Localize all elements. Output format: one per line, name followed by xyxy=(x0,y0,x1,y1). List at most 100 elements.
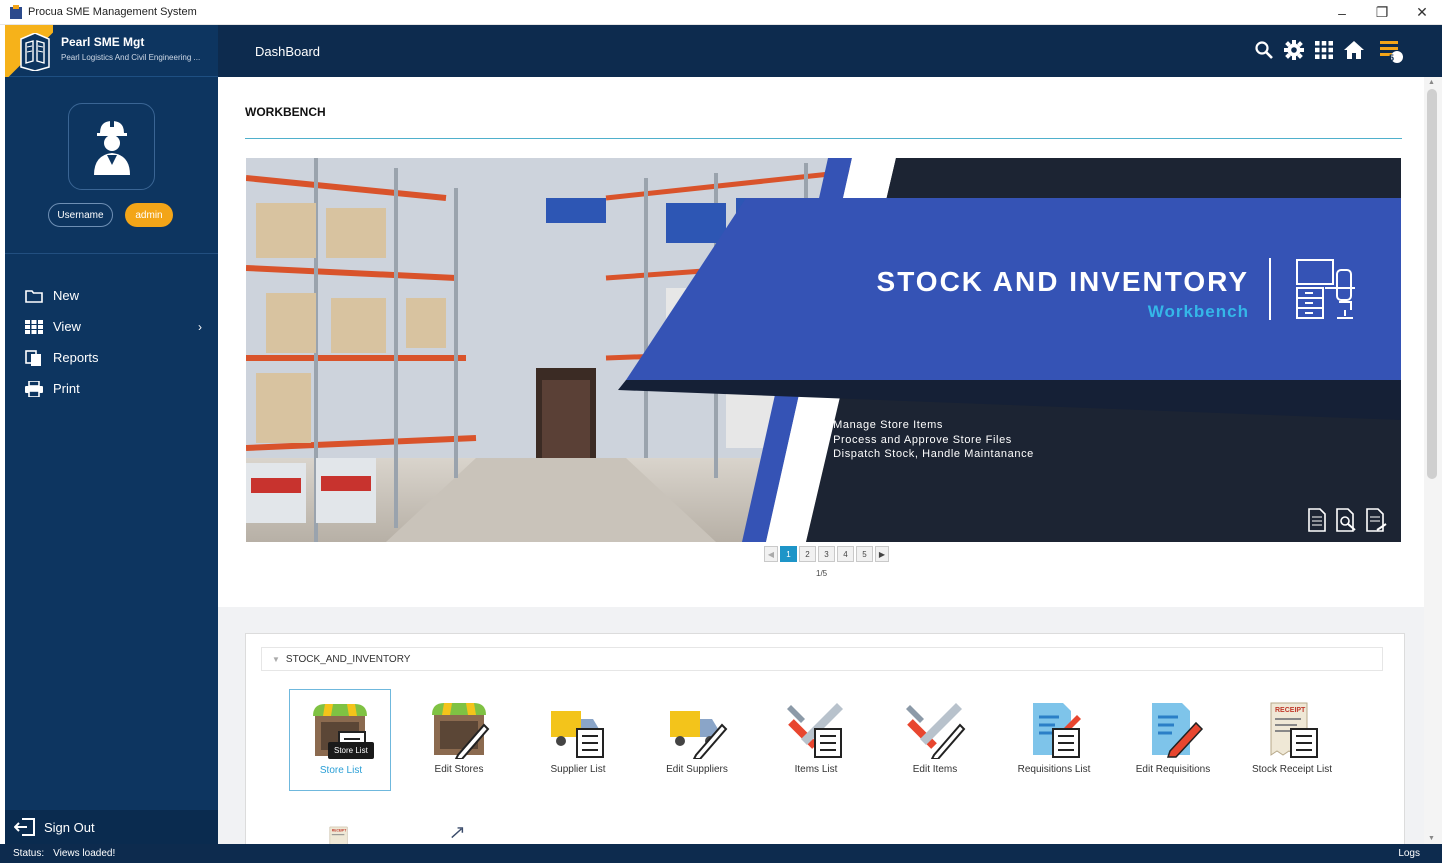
username-pill[interactable]: Username xyxy=(48,203,113,227)
sidebar-item-new[interactable]: New xyxy=(5,280,218,311)
tools-list-icon xyxy=(787,703,843,758)
window-controls: – ❐ ✕ xyxy=(1322,0,1442,25)
desk-computer-icon xyxy=(1296,259,1355,319)
home-button[interactable] xyxy=(1344,39,1364,61)
app-icon xyxy=(10,5,22,19)
banner-separator xyxy=(1269,258,1271,320)
supplier-truck-list-icon xyxy=(551,711,604,758)
sidebar-item-label: Print xyxy=(53,381,80,396)
sidebar-item-label: New xyxy=(53,288,80,303)
sidebar: Pearl SME Mgt Pearl Logistics And Civil … xyxy=(5,25,218,844)
status-bar: Status: Views loaded! Logs xyxy=(0,844,1442,863)
search-button[interactable] xyxy=(1254,39,1274,61)
workbench-banner: STOCK AND INVENTORY Workbench Manage Sto… xyxy=(246,158,1401,542)
pager-page-button[interactable]: 2 xyxy=(799,546,816,562)
tile-edit-requisitions[interactable]: Edit Requisitions xyxy=(1122,689,1224,791)
pager-page-button[interactable]: 4 xyxy=(837,546,854,562)
chevron-right-icon: › xyxy=(198,319,202,334)
document-edit-icon xyxy=(1366,508,1387,532)
tile-arrow-partial[interactable] xyxy=(408,814,510,844)
print-icon xyxy=(25,380,43,397)
scroll-up-arrow-icon[interactable]: ▲ xyxy=(1428,79,1435,86)
sidebar-menu: New View › Reports Print xyxy=(5,280,218,404)
tile-supplier-list[interactable]: Supplier List xyxy=(527,689,629,791)
pager-prev-button[interactable]: ◀ xyxy=(764,546,778,562)
banner-bullet-list: Manage Store Items Process and Approve S… xyxy=(821,418,1034,462)
top-toolbar xyxy=(1254,39,1364,61)
scroll-down-arrow-icon[interactable]: ▼ xyxy=(1428,835,1435,842)
receipt-icon: RECEIPT xyxy=(329,826,348,844)
banner-doc-icons xyxy=(1307,508,1387,532)
title-underline xyxy=(245,138,1402,139)
edit-suppliers-icon xyxy=(670,711,728,759)
group-header-label: STOCK_AND_INVENTORY xyxy=(285,653,411,665)
tile-stock-receipt-list[interactable]: RECEIPT Stock Receipt List xyxy=(1241,689,1343,791)
sign-out-button[interactable]: Sign Out xyxy=(5,810,218,844)
home-icon xyxy=(1344,41,1364,59)
sign-out-icon xyxy=(14,818,35,836)
sidebar-item-view[interactable]: View › xyxy=(5,311,218,342)
sidebar-item-label: Reports xyxy=(53,350,99,365)
apps-button[interactable] xyxy=(1314,39,1334,61)
worker-avatar-icon xyxy=(93,118,130,175)
settings-button[interactable] xyxy=(1284,39,1304,61)
status-label: Status: xyxy=(13,848,45,859)
pager-next-button[interactable]: ▶ xyxy=(875,546,889,562)
receipt-label: RECEIPT xyxy=(332,828,348,832)
banner-bullet: Dispatch Stock, Handle Maintanance xyxy=(821,447,1034,462)
brand: Pearl SME Mgt Pearl Logistics And Civil … xyxy=(5,25,218,77)
document-search-icon xyxy=(1336,508,1356,532)
banner-subtitle: Workbench xyxy=(1147,302,1249,321)
close-button[interactable]: ✕ xyxy=(1402,0,1442,25)
avatar[interactable] xyxy=(68,103,155,190)
logs-button[interactable]: Logs xyxy=(1398,848,1420,859)
sidebar-divider xyxy=(5,253,218,254)
main-content: WORKBENCH STOCK AND INVENTORY Workbench … xyxy=(218,77,1424,844)
pager-page-button[interactable]: 5 xyxy=(856,546,873,562)
window-title: Procua SME Management System xyxy=(28,6,197,18)
tile-edit-suppliers[interactable]: Edit Suppliers xyxy=(646,689,748,791)
notification-badge-count: 5 xyxy=(1388,53,1394,63)
vertical-scrollbar[interactable]: ▲ ▼ xyxy=(1424,77,1442,844)
edit-requisitions-icon xyxy=(1152,703,1204,758)
tile-store-list[interactable]: Store List Store List xyxy=(289,689,391,791)
brand-logo-icon xyxy=(20,33,50,71)
pager-page-button[interactable]: 3 xyxy=(818,546,835,562)
apps-grid-icon xyxy=(1315,41,1333,59)
module-tiles-row-2: RECEIPT xyxy=(289,814,527,844)
edit-stores-icon xyxy=(432,703,490,759)
module-panel: ▼ STOCK_AND_INVENTORY Store List Store L… xyxy=(245,633,1405,844)
reports-icon xyxy=(25,349,41,366)
tile-edit-stores[interactable]: Edit Stores xyxy=(408,689,510,791)
sidebar-item-reports[interactable]: Reports xyxy=(5,342,218,373)
status-value: Views loaded! xyxy=(53,848,116,859)
brand-subtitle: Pearl Logistics And Civil Engineering ..… xyxy=(61,53,201,62)
tooltip: Store List xyxy=(328,742,374,759)
pager-page-button[interactable]: 1 xyxy=(780,546,797,562)
grid-icon xyxy=(25,319,43,334)
minimize-button[interactable]: – xyxy=(1322,0,1362,25)
breadcrumb[interactable]: DashBoard xyxy=(255,44,320,59)
sidebar-item-label: View xyxy=(53,319,81,334)
module-tiles: Store List Store List Edit Stores Suppli… xyxy=(289,689,1360,791)
folder-icon xyxy=(25,289,43,303)
scrollbar-thumb[interactable] xyxy=(1427,89,1437,479)
workbench-panel: WORKBENCH STOCK AND INVENTORY Workbench … xyxy=(218,77,1424,607)
sign-out-label: Sign Out xyxy=(44,819,95,835)
sidebar-item-print[interactable]: Print xyxy=(5,373,218,404)
banner-bullet: Manage Store Items xyxy=(821,418,1034,433)
document-icon xyxy=(1308,508,1326,532)
role-badge[interactable]: admin xyxy=(125,203,173,227)
search-icon xyxy=(1255,41,1273,59)
requisitions-list-icon xyxy=(1033,703,1081,758)
gear-icon xyxy=(1284,40,1304,60)
arrow-up-right-icon xyxy=(451,827,464,839)
receipt-list-icon: RECEIPT xyxy=(1270,702,1318,758)
group-header-stock-and-inventory[interactable]: ▼ STOCK_AND_INVENTORY xyxy=(261,647,1383,671)
tile-edit-items[interactable]: Edit Items xyxy=(884,689,986,791)
restore-button[interactable]: ❐ xyxy=(1362,0,1402,25)
tile-receipt-partial[interactable]: RECEIPT xyxy=(289,814,391,844)
tile-requisitions-list[interactable]: Requisitions List xyxy=(1003,689,1105,791)
tile-items-list[interactable]: Items List xyxy=(765,689,867,791)
brand-name: Pearl SME Mgt xyxy=(61,35,145,49)
